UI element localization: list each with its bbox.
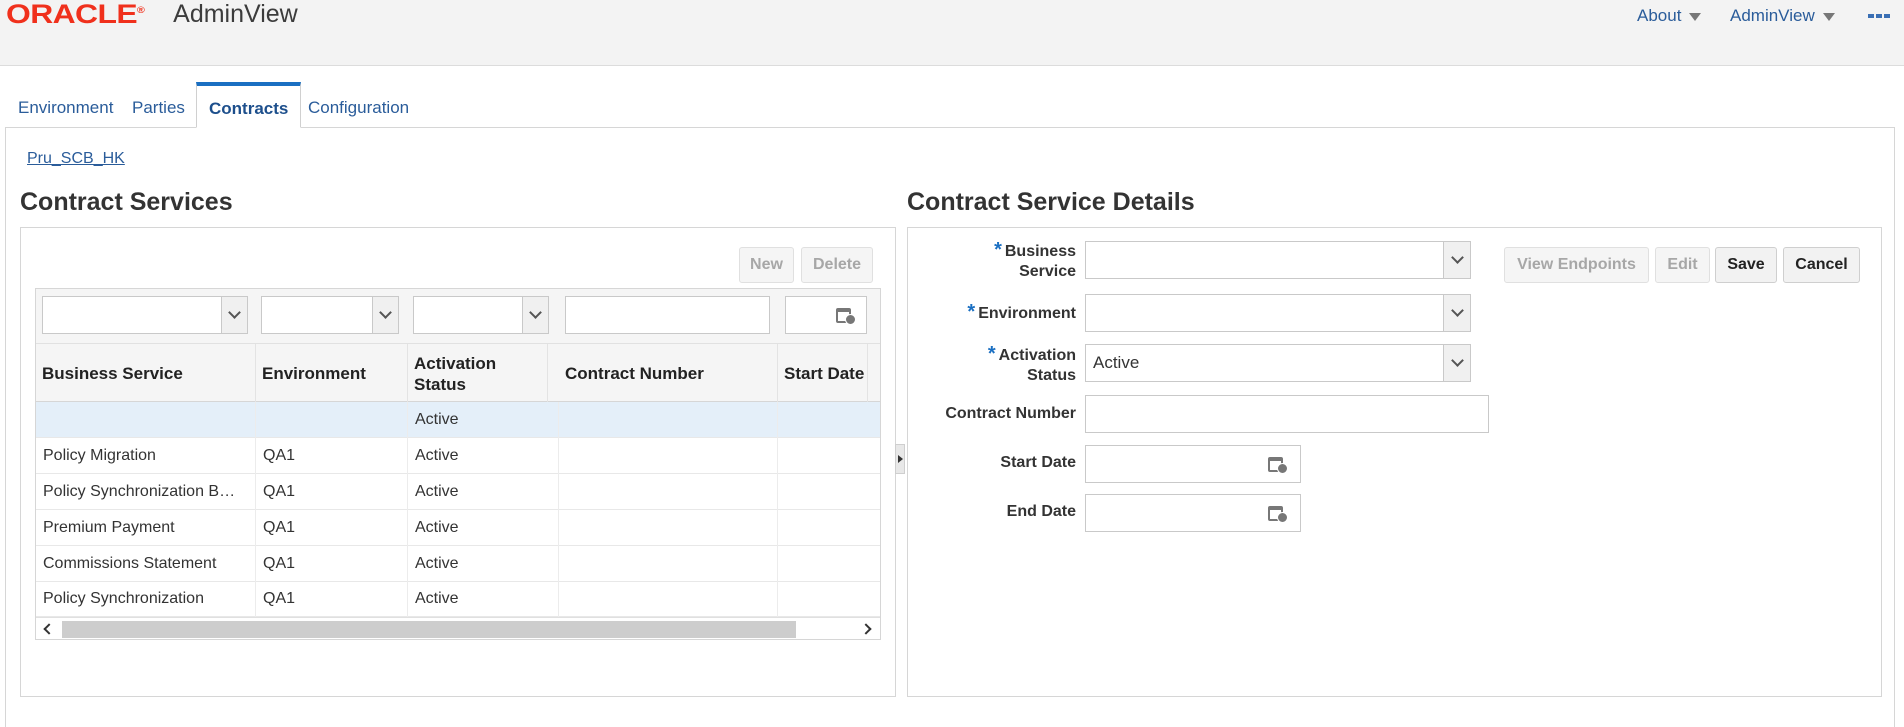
activation-status-select[interactable]: Active <box>1085 344 1471 382</box>
main-tabs: Environment Parties Contracts Configurat… <box>0 82 1904 128</box>
col-contract-number[interactable]: Contract Number <box>559 344 778 403</box>
scroll-right-icon[interactable] <box>860 623 872 635</box>
cell-business-service <box>36 402 256 438</box>
about-menu-label: About <box>1637 6 1682 25</box>
cell-contract-number <box>559 581 778 617</box>
calendar-icon[interactable] <box>834 304 858 326</box>
table-row[interactable]: Policy Synchronization QA1 Active <box>36 581 880 617</box>
start-date-label: Start Date <box>1000 454 1076 471</box>
cell-environment: QA1 <box>256 474 408 510</box>
cell-business-service: Policy Migration <box>36 438 256 474</box>
caret-down-icon <box>1822 13 1835 21</box>
required-indicator: * <box>967 301 976 323</box>
oracle-logo: ORACLE® <box>6 0 145 29</box>
cell-contract-number <box>559 510 778 546</box>
col-environment[interactable]: Environment <box>256 344 408 403</box>
cell-activation-status: Active <box>408 581 559 617</box>
cell-contract-number <box>559 402 778 438</box>
contract-number-filter[interactable] <box>565 296 770 334</box>
end-date-label: End Date <box>1006 503 1076 520</box>
tab-parties[interactable]: Parties <box>120 82 197 128</box>
cell-start-date <box>778 438 880 474</box>
cell-business-service: Policy Synchronization B… <box>36 474 256 510</box>
chevron-down-icon[interactable] <box>1443 295 1470 331</box>
business-service-label: * Business Service <box>994 239 1076 280</box>
about-menu[interactable]: About <box>1637 6 1702 26</box>
contract-services-title: Contract Services <box>20 188 233 216</box>
cell-environment: QA1 <box>256 546 408 582</box>
contract-number-label: Contract Number <box>945 405 1076 422</box>
cell-start-date <box>778 402 880 438</box>
contract-service-details-title: Contract Service Details <box>907 188 1195 216</box>
cell-environment: QA1 <box>256 581 408 617</box>
cancel-button[interactable]: Cancel <box>1783 247 1860 283</box>
calendar-icon[interactable] <box>1266 453 1290 475</box>
app-menu-icon[interactable] <box>1868 14 1890 18</box>
chevron-down-icon[interactable] <box>1443 242 1470 278</box>
required-indicator: * <box>987 343 996 365</box>
environment-filter[interactable] <box>261 296 399 334</box>
cell-contract-number <box>559 474 778 510</box>
breadcrumb-link[interactable]: Pru_SCB_HK <box>27 150 125 168</box>
tab-environment[interactable]: Environment <box>6 82 125 128</box>
save-button[interactable]: Save <box>1715 247 1777 283</box>
contract-services-table: Business Service Environment Activation … <box>35 288 881 640</box>
cell-activation-status: Active <box>408 510 559 546</box>
caret-down-icon <box>1689 13 1702 21</box>
new-button[interactable]: New <box>739 247 794 283</box>
delete-button[interactable]: Delete <box>801 247 873 283</box>
start-date-filter[interactable] <box>785 296 867 334</box>
brand: ORACLE® AdminView <box>6 0 298 29</box>
business-service-select[interactable] <box>1085 241 1471 279</box>
table-header: Business Service Environment Activation … <box>36 343 880 403</box>
user-menu[interactable]: AdminView <box>1730 6 1835 26</box>
cell-business-service: Commissions Statement <box>36 546 256 582</box>
cell-environment: QA1 <box>256 438 408 474</box>
cell-start-date <box>778 546 880 582</box>
table-row[interactable]: Policy Synchronization B… QA1 Active <box>36 474 880 510</box>
table-row[interactable]: Premium Payment QA1 Active <box>36 510 880 546</box>
cell-activation-status: Active <box>408 546 559 582</box>
table-row[interactable]: Active <box>36 402 880 438</box>
user-menu-label: AdminView <box>1730 6 1815 25</box>
cell-start-date <box>778 510 880 546</box>
app-title: AdminView <box>173 0 298 28</box>
cell-activation-status: Active <box>408 402 559 438</box>
environment-label: * Environment <box>967 301 1076 323</box>
cell-contract-number <box>559 546 778 582</box>
table-row[interactable]: Commissions Statement QA1 Active <box>36 546 880 582</box>
table-row[interactable]: Policy Migration QA1 Active <box>36 438 880 474</box>
cell-business-service: Premium Payment <box>36 510 256 546</box>
chevron-down-icon[interactable] <box>372 297 398 333</box>
chevron-down-icon[interactable] <box>221 297 247 333</box>
scrollbar-thumb[interactable] <box>62 621 796 638</box>
col-business-service[interactable]: Business Service <box>36 344 256 403</box>
horizontal-scrollbar[interactable] <box>36 617 880 639</box>
view-endpoints-button[interactable]: View Endpoints <box>1504 247 1649 283</box>
cell-contract-number <box>559 438 778 474</box>
environment-select[interactable] <box>1085 294 1471 332</box>
cell-business-service: Policy Synchronization <box>36 581 256 617</box>
col-activation-status[interactable]: Activation Status <box>408 344 548 403</box>
cell-environment: QA1 <box>256 510 408 546</box>
activation-status-label: * Activation Status <box>987 343 1076 384</box>
chevron-down-icon[interactable] <box>1443 345 1470 381</box>
col-start-date[interactable]: Start Date <box>778 344 868 403</box>
cell-environment <box>256 402 408 438</box>
cell-activation-status: Active <box>408 438 559 474</box>
edit-button[interactable]: Edit <box>1655 247 1710 283</box>
scroll-left-icon[interactable] <box>43 623 55 635</box>
cell-start-date <box>778 581 880 617</box>
calendar-icon[interactable] <box>1266 502 1290 524</box>
activation-status-filter[interactable] <box>413 296 549 334</box>
contract-number-input[interactable] <box>1085 395 1489 433</box>
cell-activation-status: Active <box>408 474 559 510</box>
cell-start-date <box>778 474 880 510</box>
global-header: ORACLE® AdminView About AdminView <box>0 0 1904 66</box>
required-indicator: * <box>994 239 1002 261</box>
chevron-down-icon[interactable] <box>522 297 548 333</box>
tab-configuration[interactable]: Configuration <box>296 82 421 128</box>
business-service-filter[interactable] <box>42 296 248 334</box>
tab-contracts[interactable]: Contracts <box>196 82 302 128</box>
